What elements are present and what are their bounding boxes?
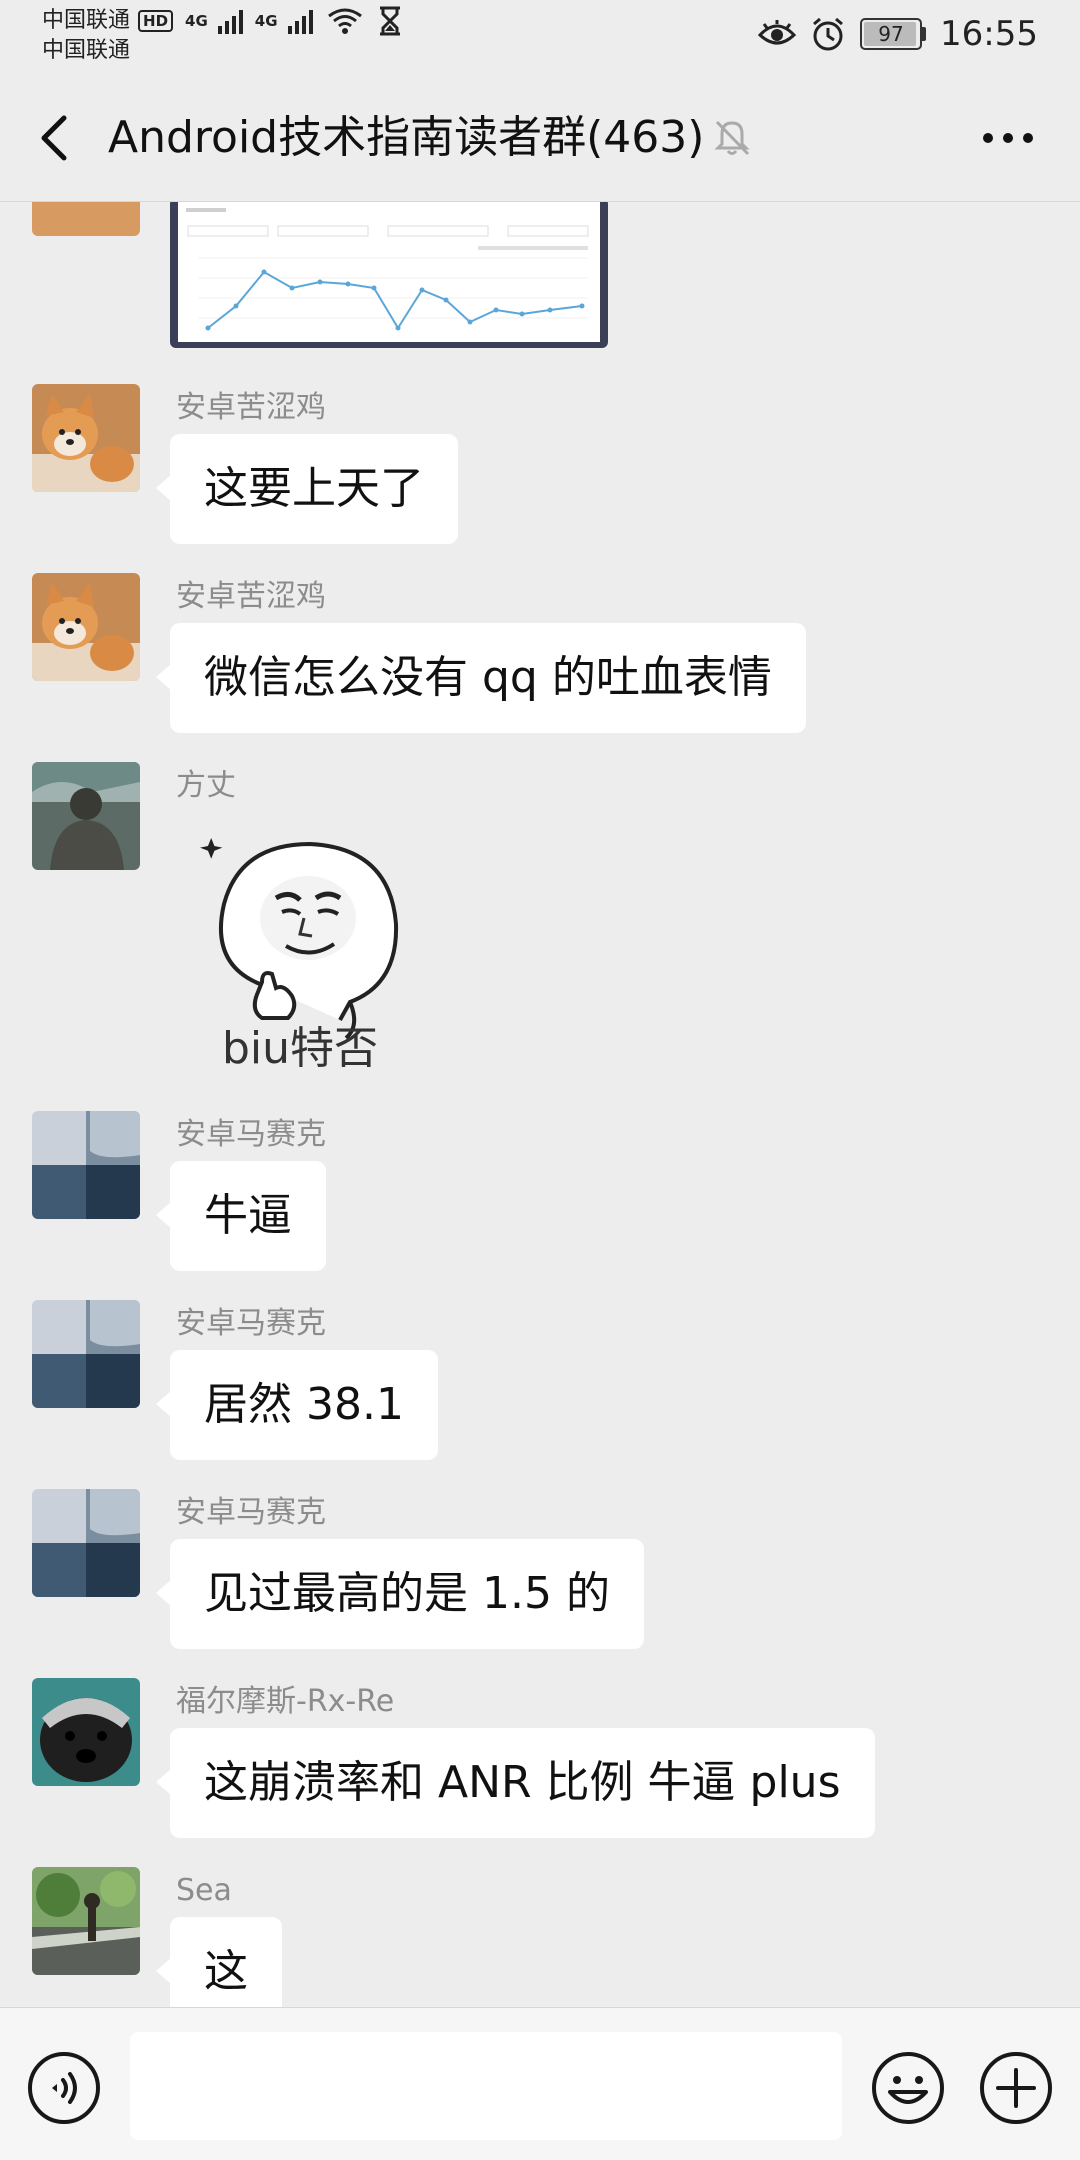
battery-label: 97 bbox=[878, 22, 904, 46]
message-image bbox=[0, 202, 1080, 358]
chat-message: 安卓马赛克 居然 38.1 bbox=[0, 1300, 1080, 1470]
message-bubble[interactable]: 见过最高的是 1.5 的 bbox=[156, 1539, 644, 1649]
alarm-icon bbox=[813, 17, 843, 51]
mute-bell-icon bbox=[714, 120, 750, 156]
emoji-icon[interactable] bbox=[870, 2050, 946, 2126]
network-2-label: 4G bbox=[254, 12, 278, 30]
sender-name: 安卓苦涩鸡 bbox=[176, 579, 326, 614]
eye-icon bbox=[758, 20, 797, 45]
ocean-avatar-image bbox=[32, 1489, 140, 1597]
chat-message-list[interactable]: 安卓苦涩鸡 这要上天了 安卓苦涩鸡 微信怎么没有 qq 的吐血表情 方丈 biu… bbox=[0, 202, 1080, 2007]
battery-icon: 97 bbox=[860, 18, 927, 50]
shiba-avatar-image bbox=[32, 573, 140, 681]
badger-avatar-image bbox=[32, 1678, 140, 1786]
sender-name: 方丈 bbox=[176, 768, 236, 803]
avatar[interactable] bbox=[32, 202, 140, 236]
avatar[interactable] bbox=[32, 1300, 140, 1408]
chat-message-sticker: 方丈 biu特否 bbox=[0, 762, 1080, 1092]
carrier-block: 中国联通 HD 4G 4G 中国联通 bbox=[42, 6, 403, 66]
roadside-avatar-image bbox=[32, 1867, 140, 1975]
signal-icon bbox=[287, 8, 313, 34]
plus-icon[interactable] bbox=[978, 2050, 1054, 2126]
status-bar: 中国联通 HD 4G 4G 中国联通 97 16:55 bbox=[0, 0, 1080, 74]
chat-message: 安卓马赛克 牛逼 bbox=[0, 1111, 1080, 1281]
avatar[interactable] bbox=[32, 762, 140, 870]
sender-name: Sea bbox=[176, 1873, 232, 1908]
carrier-1-label: 中国联通 bbox=[42, 8, 131, 33]
chat-message: 安卓苦涩鸡 微信怎么没有 qq 的吐血表情 bbox=[0, 573, 1080, 743]
signal-icon bbox=[217, 8, 243, 34]
message-bubble[interactable]: 微信怎么没有 qq 的吐血表情 bbox=[156, 623, 806, 733]
avatar[interactable] bbox=[32, 573, 140, 681]
sender-name: 安卓马赛克 bbox=[176, 1117, 326, 1152]
hd-badge: HD bbox=[138, 10, 174, 32]
message-bubble[interactable]: 牛逼 bbox=[156, 1161, 326, 1271]
chat-message: 安卓苦涩鸡 这要上天了 bbox=[0, 384, 1080, 554]
ocean-avatar-image bbox=[32, 1111, 140, 1219]
message-bubble[interactable]: 居然 38.1 bbox=[156, 1350, 438, 1460]
shared-image[interactable] bbox=[170, 202, 608, 348]
clock-label: 16:55 bbox=[940, 14, 1038, 54]
page-title: Android技术指南读者群(463) bbox=[108, 112, 705, 163]
sender-name: 安卓苦涩鸡 bbox=[176, 390, 326, 425]
ocean-avatar-image bbox=[32, 1300, 140, 1408]
sender-name: 安卓马赛克 bbox=[176, 1306, 326, 1341]
more-dots-icon[interactable] bbox=[980, 120, 1036, 156]
wifi-icon bbox=[327, 8, 362, 34]
avatar[interactable] bbox=[32, 1867, 140, 1975]
message-bubble[interactable]: 这要上天了 bbox=[156, 434, 458, 544]
chat-message: 安卓马赛克 见过最高的是 1.5 的 bbox=[0, 1489, 1080, 1659]
chat-message: Sea 这 bbox=[0, 1867, 1080, 2007]
message-bubble[interactable]: 这崩溃率和 ANR 比例 牛逼 plus bbox=[156, 1728, 875, 1838]
avatar[interactable] bbox=[32, 384, 140, 492]
voice-icon[interactable] bbox=[26, 2050, 102, 2126]
avatar[interactable] bbox=[32, 1489, 140, 1597]
avatar[interactable] bbox=[32, 1111, 140, 1219]
message-input[interactable] bbox=[130, 2032, 842, 2140]
shiba-avatar-image bbox=[32, 384, 140, 492]
message-bubble[interactable]: 这 bbox=[156, 1917, 282, 2007]
input-bar bbox=[0, 2007, 1080, 2160]
sender-name: 福尔摩斯-Rx-Re bbox=[176, 1684, 395, 1719]
sender-name: 安卓马赛克 bbox=[176, 1495, 326, 1530]
person-avatar-image bbox=[32, 762, 140, 870]
hourglass-icon bbox=[379, 6, 400, 36]
back-arrow-icon[interactable] bbox=[34, 112, 74, 164]
chat-header: Android技术指南读者群(463) bbox=[0, 74, 1080, 202]
avatar[interactable] bbox=[32, 1678, 140, 1786]
chart-screenshot-image bbox=[178, 202, 600, 342]
carrier-2-label: 中国联通 bbox=[42, 38, 131, 63]
status-right: 97 16:55 bbox=[758, 14, 1038, 54]
chat-message: 福尔摩斯-Rx-Re 这崩溃率和 ANR 比例 牛逼 plus bbox=[0, 1678, 1080, 1848]
sticker-caption: biu特否 bbox=[222, 1023, 379, 1074]
network-1-label: 4G bbox=[185, 12, 208, 30]
